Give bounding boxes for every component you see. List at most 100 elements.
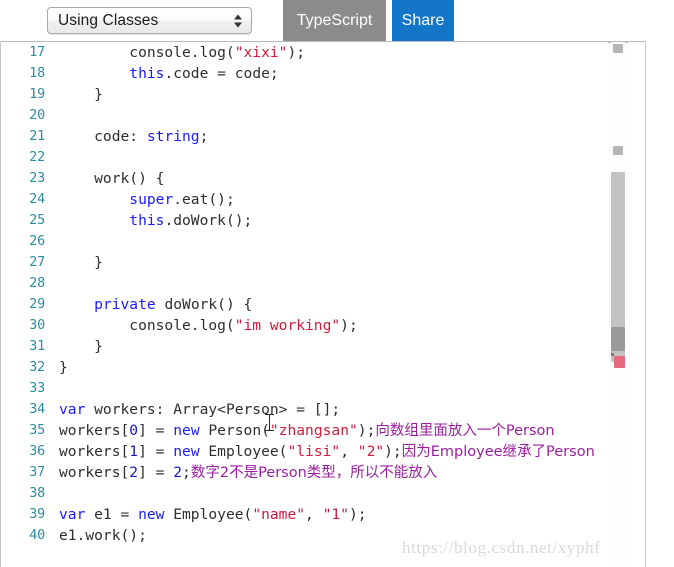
code-line[interactable]: 37 workers[2] = 2;数字2不是Person类型，所以不能放入	[1, 462, 607, 483]
token-str: "im working"	[234, 317, 341, 334]
line-number: 26	[29, 234, 45, 249]
line-text: var workers: Array<Person> = [];	[59, 399, 340, 420]
code-line[interactable]: 35 workers[0] = new Person("zhangsan");向数…	[1, 420, 607, 441]
line-number: 30	[29, 318, 45, 333]
minimap-marker	[613, 44, 623, 53]
token-kw: this	[129, 212, 165, 229]
code-line[interactable]: 18 this.code = code;	[1, 63, 607, 84]
token-plain: e1 =	[85, 506, 139, 523]
line-number: 22	[29, 150, 45, 165]
token-plain: workers[	[59, 422, 130, 439]
code-line[interactable]: 20	[1, 105, 607, 126]
token-plain: }	[59, 338, 103, 355]
token-plain: Person(	[199, 422, 270, 439]
code-line[interactable]: 39 var e1 = new Employee("name", "1");	[1, 504, 607, 525]
token-plain: ;	[182, 464, 191, 481]
token-kw: this	[129, 65, 165, 82]
token-kw: new	[173, 422, 200, 439]
code-line[interactable]: 36 workers[1] = new Employee("lisi", "2")…	[1, 441, 607, 462]
token-plain: workers[	[59, 464, 130, 481]
token-plain: workers: Array<Person> = [];	[85, 401, 341, 418]
line-text: code: string;	[59, 126, 208, 147]
line-text: private doWork() {	[59, 294, 252, 315]
line-text: workers[0] = new Person("zhangsan");向数组里…	[59, 420, 555, 442]
typescript-button[interactable]: TypeScript	[283, 0, 386, 41]
code-lines-container[interactable]: 17 console.log("xixi"); 18 this.code = co…	[1, 42, 607, 567]
editor-left-border	[0, 41, 1, 567]
code-line[interactable]: 23 work() {	[1, 168, 607, 189]
token-plain: console.log(	[59, 44, 235, 61]
code-line[interactable]: 31 }	[1, 336, 607, 357]
code-line[interactable]: 30 console.log("im working");	[1, 315, 607, 336]
code-line[interactable]: 33	[1, 378, 607, 399]
line-text: var e1 = new Employee("name", "1");	[59, 504, 367, 525]
token-kw: var	[59, 401, 86, 418]
token-typ: string	[146, 128, 200, 145]
token-str: "xixi"	[234, 44, 288, 61]
token-kw: private	[94, 296, 156, 313]
token-str: "1"	[322, 506, 349, 523]
token-plain: );	[287, 44, 306, 61]
error-marker-icon[interactable]	[614, 356, 625, 368]
token-num: 0	[129, 422, 139, 439]
line-number: 36	[29, 444, 45, 459]
token-plain: .code = code;	[164, 65, 279, 82]
line-text: work() {	[59, 168, 164, 189]
code-line[interactable]: 29 private doWork() {	[1, 294, 607, 315]
token-plain: Employee(	[199, 443, 288, 460]
code-line[interactable]: 32}	[1, 357, 607, 378]
token-kw: super	[129, 191, 174, 208]
code-line[interactable]: 17 console.log("xixi");	[1, 42, 607, 63]
token-plain: ] =	[138, 464, 174, 481]
code-line[interactable]: 24 super.eat();	[1, 189, 607, 210]
code-line[interactable]: 34 var workers: Array<Person> = [];	[1, 399, 607, 420]
line-text: }	[59, 357, 68, 378]
code-line[interactable]: 22	[1, 147, 607, 168]
code-line[interactable]: 27 }	[1, 252, 607, 273]
code-editor[interactable]: 17 console.log("xixi"); 18 this.code = co…	[0, 41, 674, 567]
token-num: 1	[129, 443, 139, 460]
token-plain: }	[59, 254, 103, 271]
line-text: this.doWork();	[59, 210, 252, 231]
token-plain: e1.work();	[59, 527, 147, 544]
code-line[interactable]: 38	[1, 483, 607, 504]
token-plain: ;	[199, 128, 209, 145]
line-number: 40	[29, 528, 45, 543]
line-text: workers[1] = new Employee("lisi", "2");因…	[59, 441, 595, 463]
example-select[interactable]: Using Classes	[47, 7, 252, 34]
line-number: 24	[29, 192, 45, 207]
chevron-updown-icon	[234, 14, 242, 27]
code-line[interactable]: 25 this.doWork();	[1, 210, 607, 231]
code-annotation: 向数组里面放入一个Person	[375, 423, 555, 439]
line-number: 31	[29, 339, 45, 354]
token-plain: workers[	[59, 443, 130, 460]
example-select-value: Using Classes	[58, 11, 159, 29]
share-button[interactable]: Share	[392, 0, 454, 41]
code-line[interactable]: 28	[1, 273, 607, 294]
toolbar: Using Classes TypeScript Share	[0, 0, 674, 41]
code-line[interactable]: 19 }	[1, 84, 607, 105]
line-number: 25	[29, 213, 45, 228]
token-plain: );	[340, 317, 358, 334]
token-plain: doWork() {	[155, 296, 253, 313]
token-plain: );	[384, 443, 402, 460]
code-annotation: 数字2不是Person类型，所以不能放入	[190, 465, 438, 481]
token-plain: );	[348, 506, 367, 523]
token-str: "lisi"	[287, 443, 341, 460]
token-str: "zhangsan"	[269, 422, 358, 439]
line-text: }	[59, 336, 103, 357]
line-number: 19	[29, 87, 45, 102]
scrollbar-thumb-highlight[interactable]	[611, 327, 625, 351]
line-number: 20	[29, 108, 45, 123]
token-plain: code:	[59, 128, 147, 145]
line-text: this.code = code;	[59, 63, 279, 84]
line-text: workers[2] = 2;数字2不是Person类型，所以不能放入	[59, 462, 437, 484]
editor-scrollbar[interactable]	[608, 42, 628, 567]
code-line[interactable]: 26	[1, 231, 607, 252]
code-line[interactable]: 40 e1.work();	[1, 525, 607, 546]
line-number: 29	[29, 297, 45, 312]
token-plain: ] =	[138, 443, 174, 460]
code-line[interactable]: 21 code: string;	[1, 126, 607, 147]
